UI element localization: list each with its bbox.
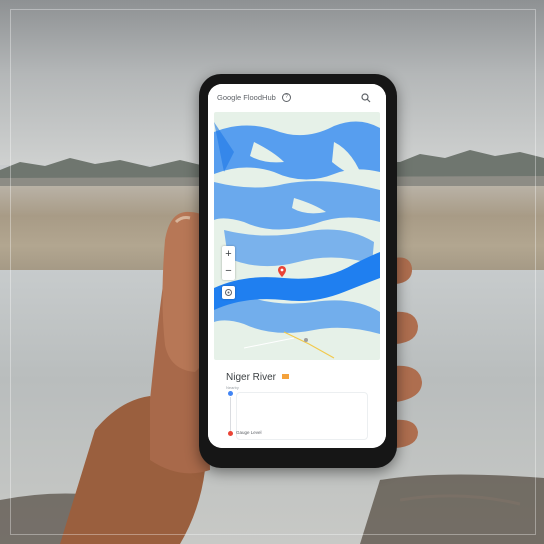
river-info-panel[interactable]: Niger River Nearby Gauge Level — [208, 360, 386, 448]
zoom-in-button[interactable]: + — [222, 246, 235, 263]
zoom-controls: + − — [222, 246, 235, 280]
flood-map-canvas — [214, 112, 380, 360]
flood-map[interactable]: + − — [214, 112, 380, 360]
river-subtitle: Nearby — [226, 385, 239, 390]
help-icon[interactable]: ? — [282, 93, 291, 102]
map-pin-icon[interactable] — [278, 266, 286, 277]
search-icon[interactable] — [361, 93, 371, 103]
timeline-line — [230, 397, 231, 431]
crosshair-icon[interactable] — [222, 286, 235, 299]
phone-screen: Google FloodHub ? + − Niger River Nearby… — [208, 84, 386, 448]
app-header: Google FloodHub ? — [208, 84, 386, 112]
zoom-out-button[interactable]: − — [222, 263, 235, 280]
gauge-label: Gauge Level — [236, 430, 262, 435]
river-title: Niger River — [226, 372, 277, 383]
flag-icon — [282, 374, 289, 379]
location-dot — [228, 391, 233, 396]
alert-dot — [228, 431, 233, 436]
app-logo: Google FloodHub — [217, 93, 276, 102]
